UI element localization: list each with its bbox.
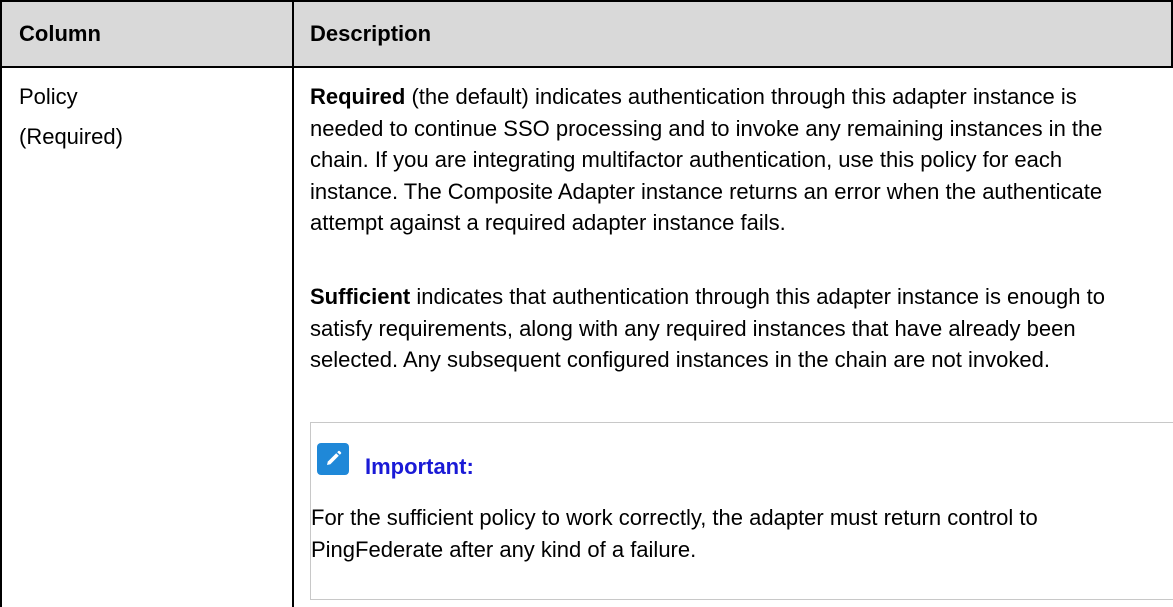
pencil-note-icon bbox=[317, 443, 349, 475]
required-paragraph: Required (the default) indicates authent… bbox=[310, 81, 1155, 239]
sufficient-paragraph: Sufficient indicates that authentication… bbox=[310, 281, 1155, 376]
important-note: Important: For the sufficient policy to … bbox=[310, 422, 1173, 600]
sufficient-description: indicates that authentication through th… bbox=[310, 284, 1105, 372]
note-title: Important: bbox=[365, 453, 474, 481]
table-top-border bbox=[0, 0, 1173, 2]
column-header-column: Column bbox=[19, 21, 101, 46]
required-description: (the default) indicates authentication t… bbox=[310, 84, 1103, 235]
parameter-table: Column Description Policy (Required) Req… bbox=[0, 0, 1173, 607]
sufficient-term: Sufficient bbox=[310, 284, 411, 309]
column-divider bbox=[292, 0, 294, 607]
table-left-border bbox=[0, 0, 2, 607]
parameter-name: Policy bbox=[19, 84, 78, 109]
note-title-text: Important bbox=[365, 454, 467, 479]
header-divider bbox=[0, 66, 1173, 68]
note-title-colon: : bbox=[466, 454, 474, 479]
column-header-description: Description bbox=[310, 21, 432, 46]
required-term: Required bbox=[310, 84, 406, 109]
table-header-row bbox=[0, 0, 1173, 67]
note-body: For the sufficient policy to work correc… bbox=[311, 505, 1038, 562]
parameter-qualifier: (Required) bbox=[19, 124, 123, 149]
